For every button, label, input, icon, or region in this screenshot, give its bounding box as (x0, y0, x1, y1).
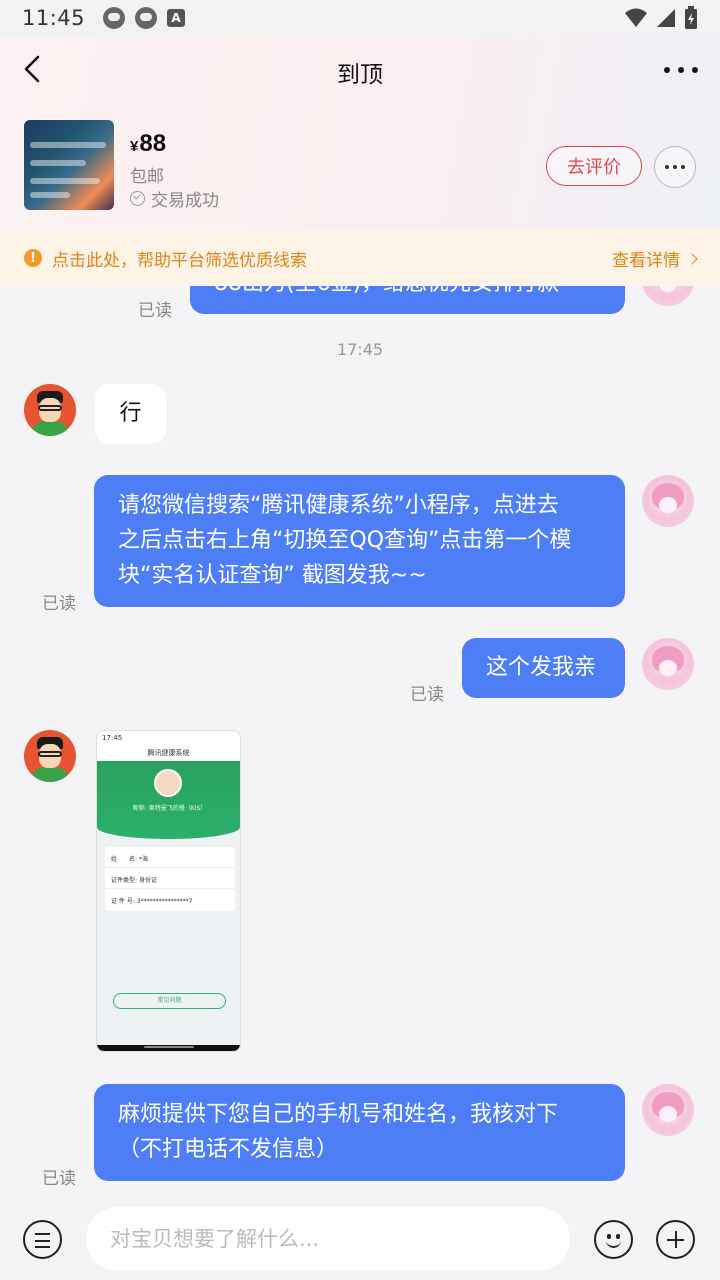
menu-button[interactable] (23, 1220, 62, 1259)
app-notification-icon (135, 7, 158, 29)
my-avatar[interactable] (642, 475, 694, 527)
image-info-card: 姓 名: *海 证件类型: 身份证 证 件 号: 3**************… (105, 847, 235, 911)
status-right-icons (624, 6, 698, 30)
chat-area[interactable]: 88出为(全6金)，给您优先安排打款 已读 17:45 行 请您微信搜索“腾讯健… (0, 286, 720, 1204)
read-status: 已读 (138, 301, 172, 321)
read-status: 已读 (42, 1169, 76, 1189)
shipping-label: 包邮 (130, 167, 164, 187)
menu-icon-line (35, 1246, 50, 1248)
emoji-icon-mouth (606, 1240, 621, 1248)
read-status: 已读 (42, 594, 76, 614)
nav-bar: 到顶 (0, 36, 720, 104)
emoji-button[interactable] (594, 1220, 633, 1259)
menu-icon-line (35, 1233, 50, 1235)
dot-icon (665, 165, 669, 169)
product-thumbnail[interactable] (24, 120, 114, 210)
image-faq-button: 常见问题 (113, 993, 226, 1009)
my-avatar[interactable] (642, 286, 694, 306)
image-profile-header: 昵称: 奥特曼飞的慢（KIS） (97, 761, 240, 839)
dot-icon (692, 67, 698, 73)
header: 到顶 ¥88 包邮 交易成功 去评价 (0, 36, 720, 228)
app-notification-icon (103, 7, 126, 29)
message-line: （不打电话不发信息） (118, 1137, 339, 1162)
more-options-button[interactable] (664, 56, 698, 84)
chevron-right-icon (686, 252, 698, 265)
seller-avatar[interactable] (24, 730, 76, 782)
warning-icon: ! (24, 249, 42, 267)
check-circle-icon (130, 191, 145, 206)
review-button[interactable]: 去评价 (546, 146, 642, 186)
message-text: 行 (119, 401, 142, 426)
image-home-bar (97, 1045, 240, 1051)
profile-photo (154, 769, 182, 797)
message-bubble-partial[interactable]: 88出为(全6金)，给您优先安排打款 (190, 286, 625, 314)
signal-icon (657, 9, 675, 27)
image-status-time: 17:45 (97, 731, 240, 745)
dot-icon (673, 165, 677, 169)
message-line: 块“实名认证查询” 截图发我~~ (118, 563, 427, 588)
product-price: ¥88 (130, 130, 166, 158)
message-bubble-outgoing[interactable]: 麻烦提供下您自己的手机号和姓名，我核对下 （不打电话不发信息） (94, 1084, 625, 1181)
status-bar: 11:45 A (0, 0, 720, 36)
message-bubble-incoming[interactable]: 行 (95, 384, 166, 444)
product-more-button[interactable] (654, 146, 696, 188)
message-line: 麻烦提供下您自己的手机号和姓名，我核对下 (118, 1102, 559, 1127)
deal-status-text: 交易成功 (151, 191, 219, 211)
message-bubble-outgoing[interactable]: 请您微信搜索“腾讯健康系统”小程序，点进去 之后点击右上角“切换至QQ查询”点击… (94, 475, 625, 607)
notification-icons: A (103, 7, 186, 29)
notice-link-label: 查看详情 (612, 251, 680, 271)
dot-icon (681, 165, 685, 169)
dot-icon (678, 67, 684, 73)
battery-icon (685, 6, 697, 29)
message-composer (0, 1204, 720, 1280)
status-time: 11:45 (22, 6, 86, 30)
currency-symbol: ¥ (130, 138, 139, 155)
page-title: 到顶 (337, 62, 383, 88)
add-attachment-button[interactable] (656, 1220, 695, 1259)
message-input[interactable] (86, 1207, 570, 1271)
dot-icon (664, 67, 670, 73)
notice-text: 点击此处，帮助平台筛选优质线索 (52, 251, 307, 271)
seller-avatar[interactable] (24, 384, 76, 436)
notice-detail-link[interactable]: 查看详情 (612, 246, 698, 271)
message-line: 请您微信搜索“腾讯健康系统”小程序，点进去 (118, 493, 559, 518)
price-value: 88 (139, 130, 167, 157)
image-nickname: 昵称: 奥特曼飞的慢（KIS） (132, 805, 207, 812)
message-text: 88出为(全6金)，给您优先安排打款 (214, 286, 559, 296)
message-timestamp: 17:45 (336, 340, 384, 359)
message-text: 这个发我亲 (486, 655, 597, 680)
image-title: 腾讯健康系统 (97, 745, 240, 761)
my-avatar[interactable] (642, 638, 694, 690)
notice-banner[interactable]: ! 点击此处，帮助平台筛选优质线索 查看详情 (0, 228, 720, 286)
my-avatar[interactable] (642, 1084, 694, 1136)
wifi-icon (625, 8, 647, 27)
deal-status: 交易成功 (130, 186, 219, 211)
emoji-icon-eye (616, 1234, 620, 1239)
message-line: 之后点击右上角“切换至QQ查询”点击第一个模 (118, 528, 572, 553)
message-bubble-outgoing[interactable]: 这个发我亲 (462, 638, 625, 698)
emoji-icon-eye (607, 1234, 611, 1239)
image-message[interactable]: 17:45 腾讯健康系统 昵称: 奥特曼飞的慢（KIS） 姓 名: *海 证件类… (96, 730, 241, 1052)
a-icon: A (167, 9, 186, 27)
read-status: 已读 (410, 685, 444, 705)
menu-icon-line (35, 1239, 50, 1242)
